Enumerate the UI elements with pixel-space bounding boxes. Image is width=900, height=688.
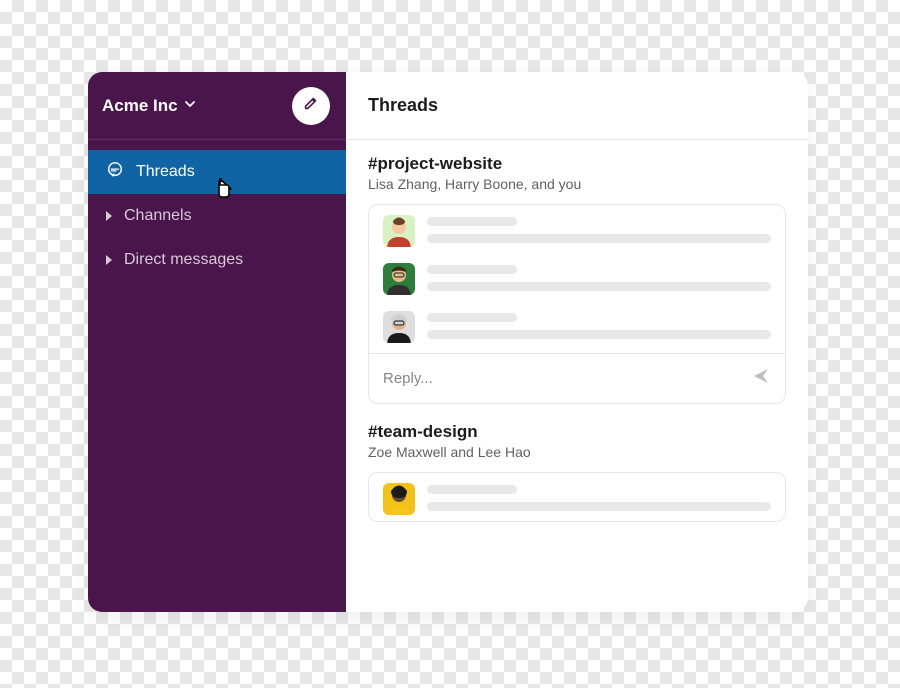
triangle-right-icon	[106, 255, 112, 265]
avatar	[383, 263, 415, 295]
message-placeholder-lines	[427, 311, 771, 343]
thread-section: #project-website Lisa Zhang, Harry Boone…	[368, 154, 786, 404]
message-row[interactable]	[369, 205, 785, 253]
compose-button[interactable]	[292, 87, 330, 125]
placeholder-bar	[427, 330, 771, 339]
pointer-cursor-icon	[210, 176, 238, 204]
send-icon[interactable]	[751, 366, 771, 391]
triangle-right-icon	[106, 211, 112, 221]
placeholder-bar	[427, 485, 517, 494]
app-window: Acme Inc Threads	[88, 72, 808, 612]
workspace-switcher[interactable]: Acme Inc	[102, 96, 196, 116]
placeholder-bar	[427, 217, 517, 226]
avatar	[383, 311, 415, 343]
page-title: Threads	[368, 95, 438, 116]
message-placeholder-lines	[427, 483, 771, 515]
sidebar-item-direct-messages[interactable]: Direct messages	[88, 238, 346, 282]
thread-box: Reply...	[368, 204, 786, 404]
edit-icon	[302, 94, 320, 117]
message-row[interactable]	[369, 253, 785, 301]
sidebar-item-label: Direct messages	[124, 251, 328, 269]
placeholder-bar	[427, 234, 771, 243]
threads-list: #project-website Lisa Zhang, Harry Boone…	[346, 140, 808, 612]
placeholder-bar	[427, 313, 517, 322]
chevron-down-icon	[184, 97, 196, 115]
message-placeholder-lines	[427, 263, 771, 295]
message-row[interactable]	[369, 301, 785, 349]
reply-placeholder: Reply...	[383, 370, 433, 387]
message-placeholder-lines	[427, 215, 771, 247]
avatar	[383, 483, 415, 515]
workspace-name: Acme Inc	[102, 96, 178, 116]
placeholder-bar	[427, 265, 517, 274]
thread-section: #team-design Zoe Maxwell and Lee Hao	[368, 422, 786, 522]
thread-participants: Zoe Maxwell and Lee Hao	[368, 444, 786, 460]
thread-channel-name[interactable]: #team-design	[368, 422, 786, 442]
sidebar-nav: Threads Channels Direct messages	[88, 140, 346, 282]
main-panel: Threads #project-website Lisa Zhang, Har…	[346, 72, 808, 612]
thread-channel-name[interactable]: #project-website	[368, 154, 786, 174]
message-row[interactable]	[369, 473, 785, 521]
placeholder-bar	[427, 282, 771, 291]
threads-icon	[106, 161, 124, 184]
sidebar: Acme Inc Threads	[88, 72, 346, 612]
avatar	[383, 215, 415, 247]
sidebar-header: Acme Inc	[88, 72, 346, 140]
sidebar-item-threads[interactable]: Threads	[88, 150, 346, 194]
placeholder-bar	[427, 502, 771, 511]
main-header: Threads	[346, 72, 808, 140]
reply-input[interactable]: Reply...	[369, 353, 785, 403]
thread-box	[368, 472, 786, 522]
thread-participants: Lisa Zhang, Harry Boone, and you	[368, 176, 786, 192]
sidebar-item-label: Channels	[124, 207, 328, 225]
